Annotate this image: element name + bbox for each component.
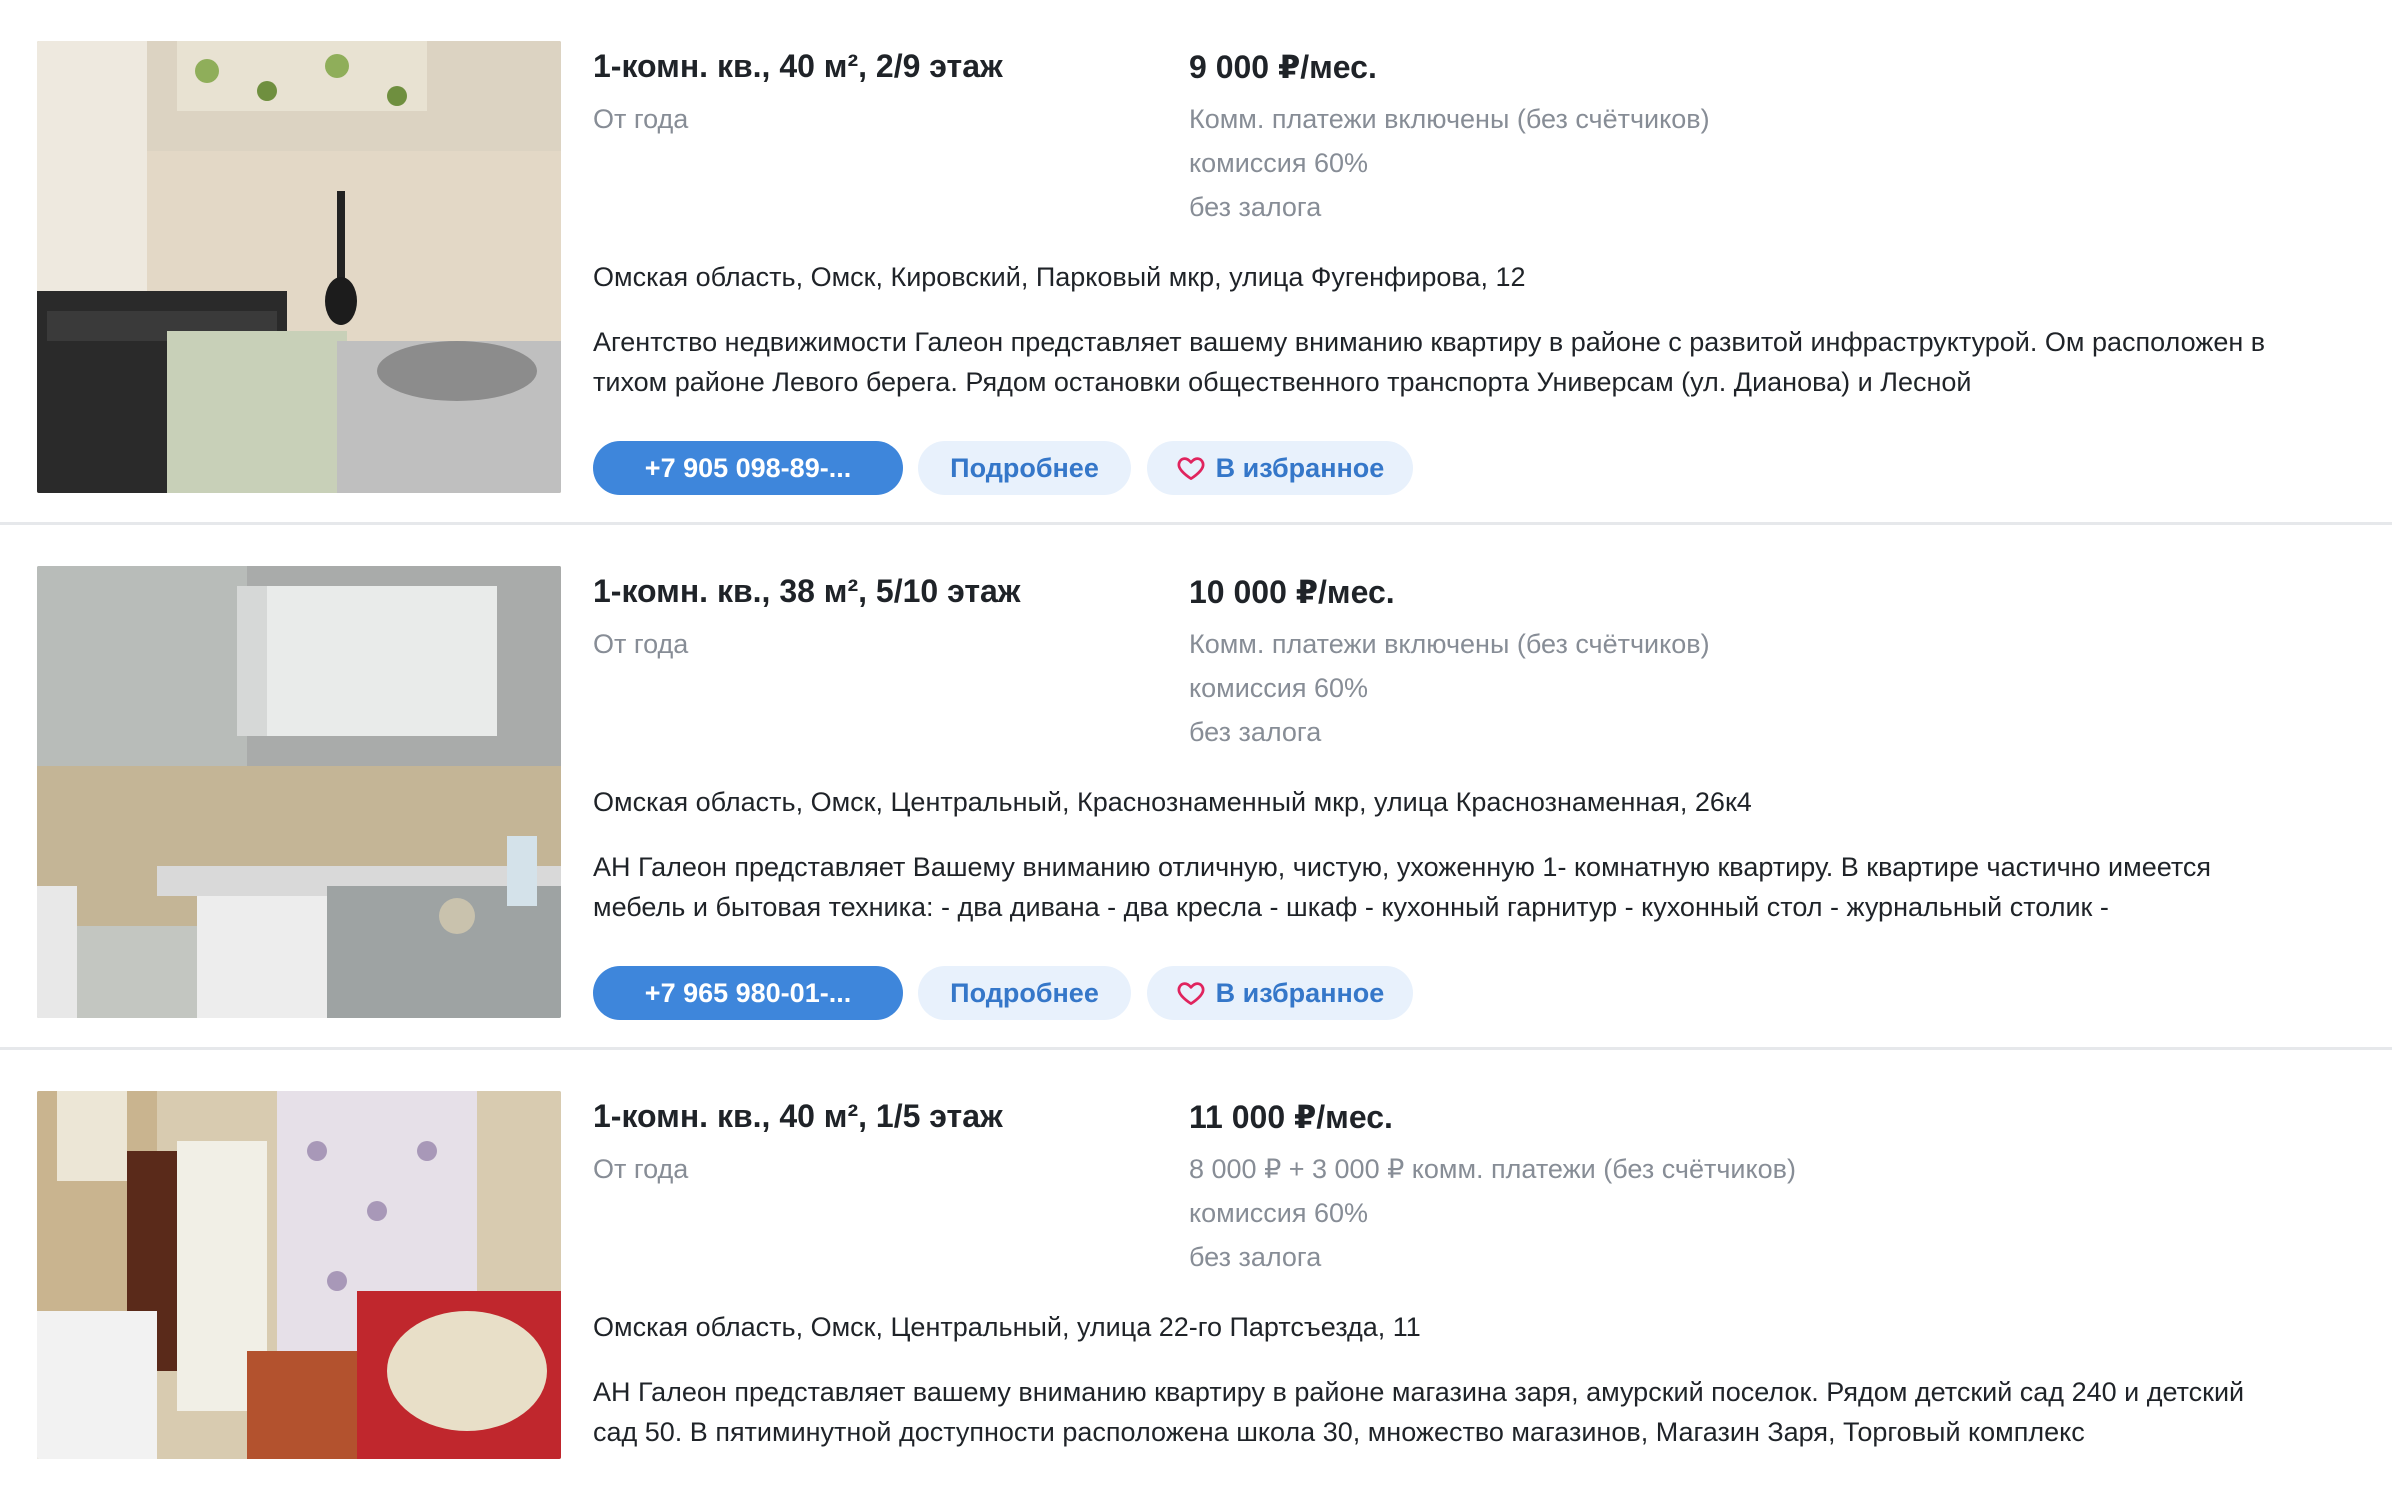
listing-photo[interactable] [37,566,561,1018]
deposit-condition: без залога [1189,192,1322,222]
favorite-label: В избранное [1215,452,1385,483]
commission-condition: комиссия 60% [1189,1198,1369,1228]
commission-condition: комиссия 60% [1189,673,1369,703]
rental-term: От года [593,629,689,659]
utilities-condition: Комм. платежи включены (без счётчиков) [1189,104,1710,134]
listing-card: 1-комн. кв., 40 м², 1/5 этаж От года 11 … [0,1050,2392,1500]
listing-description: АН Галеон представляет вашему вниманию к… [593,1377,2245,1447]
listing-title[interactable]: 1-комн. кв., 38 м², 5/10 этаж [593,573,1020,610]
listing-description: АН Галеон представляет Вашему вниманию о… [593,852,2212,922]
commission-condition: комиссия 60% [1189,148,1369,178]
listing-card: 1-комн. кв., 38 м², 5/10 этаж От года 10… [0,525,2392,1050]
details-button[interactable]: Подробнее [918,966,1131,1020]
phone-button[interactable]: +7 905 098-89-... [593,441,903,495]
listing-photo[interactable] [37,41,561,493]
heart-icon [1176,978,1206,1008]
listing-address: Омская область, Омск, Центральный, Красн… [593,787,1752,817]
listing-title[interactable]: 1-комн. кв., 40 м², 2/9 этаж [593,48,1003,85]
details-button[interactable]: Подробнее [918,441,1131,495]
utilities-condition: Комм. платежи включены (без счётчиков) [1189,629,1710,659]
rental-term: От года [593,1154,689,1184]
rental-term: От года [593,104,689,134]
listing-description: Агентство недвижимости Галеон представля… [593,327,2266,397]
favorite-label: В избранное [1215,977,1385,1008]
utilities-condition: 8 000 ₽ + 3 000 ₽ комм. платежи (без счё… [1189,1154,1796,1184]
favorite-button[interactable]: В избранное [1147,966,1413,1020]
listing-address: Омская область, Омск, Кировский, Парковы… [593,262,1526,292]
listing-card: 1-комн. кв., 40 м², 2/9 этаж От года 9 0… [0,0,2392,525]
listing-address: Омская область, Омск, Центральный, улица… [593,1312,1421,1342]
listing-title[interactable]: 1-комн. кв., 40 м², 1/5 этаж [593,1098,1003,1135]
heart-icon [1176,453,1206,483]
favorite-button[interactable]: В избранное [1147,441,1413,495]
phone-button[interactable]: +7 965 980-01-... [593,966,903,1020]
listing-price: 11 000 ₽/мес. [1189,1099,1393,1135]
listing-photo[interactable] [37,1091,561,1459]
deposit-condition: без залога [1189,717,1322,747]
listing-price: 10 000 ₽/мес. [1189,574,1395,610]
deposit-condition: без залога [1189,1242,1322,1272]
listing-price: 9 000 ₽/мес. [1189,49,1377,85]
